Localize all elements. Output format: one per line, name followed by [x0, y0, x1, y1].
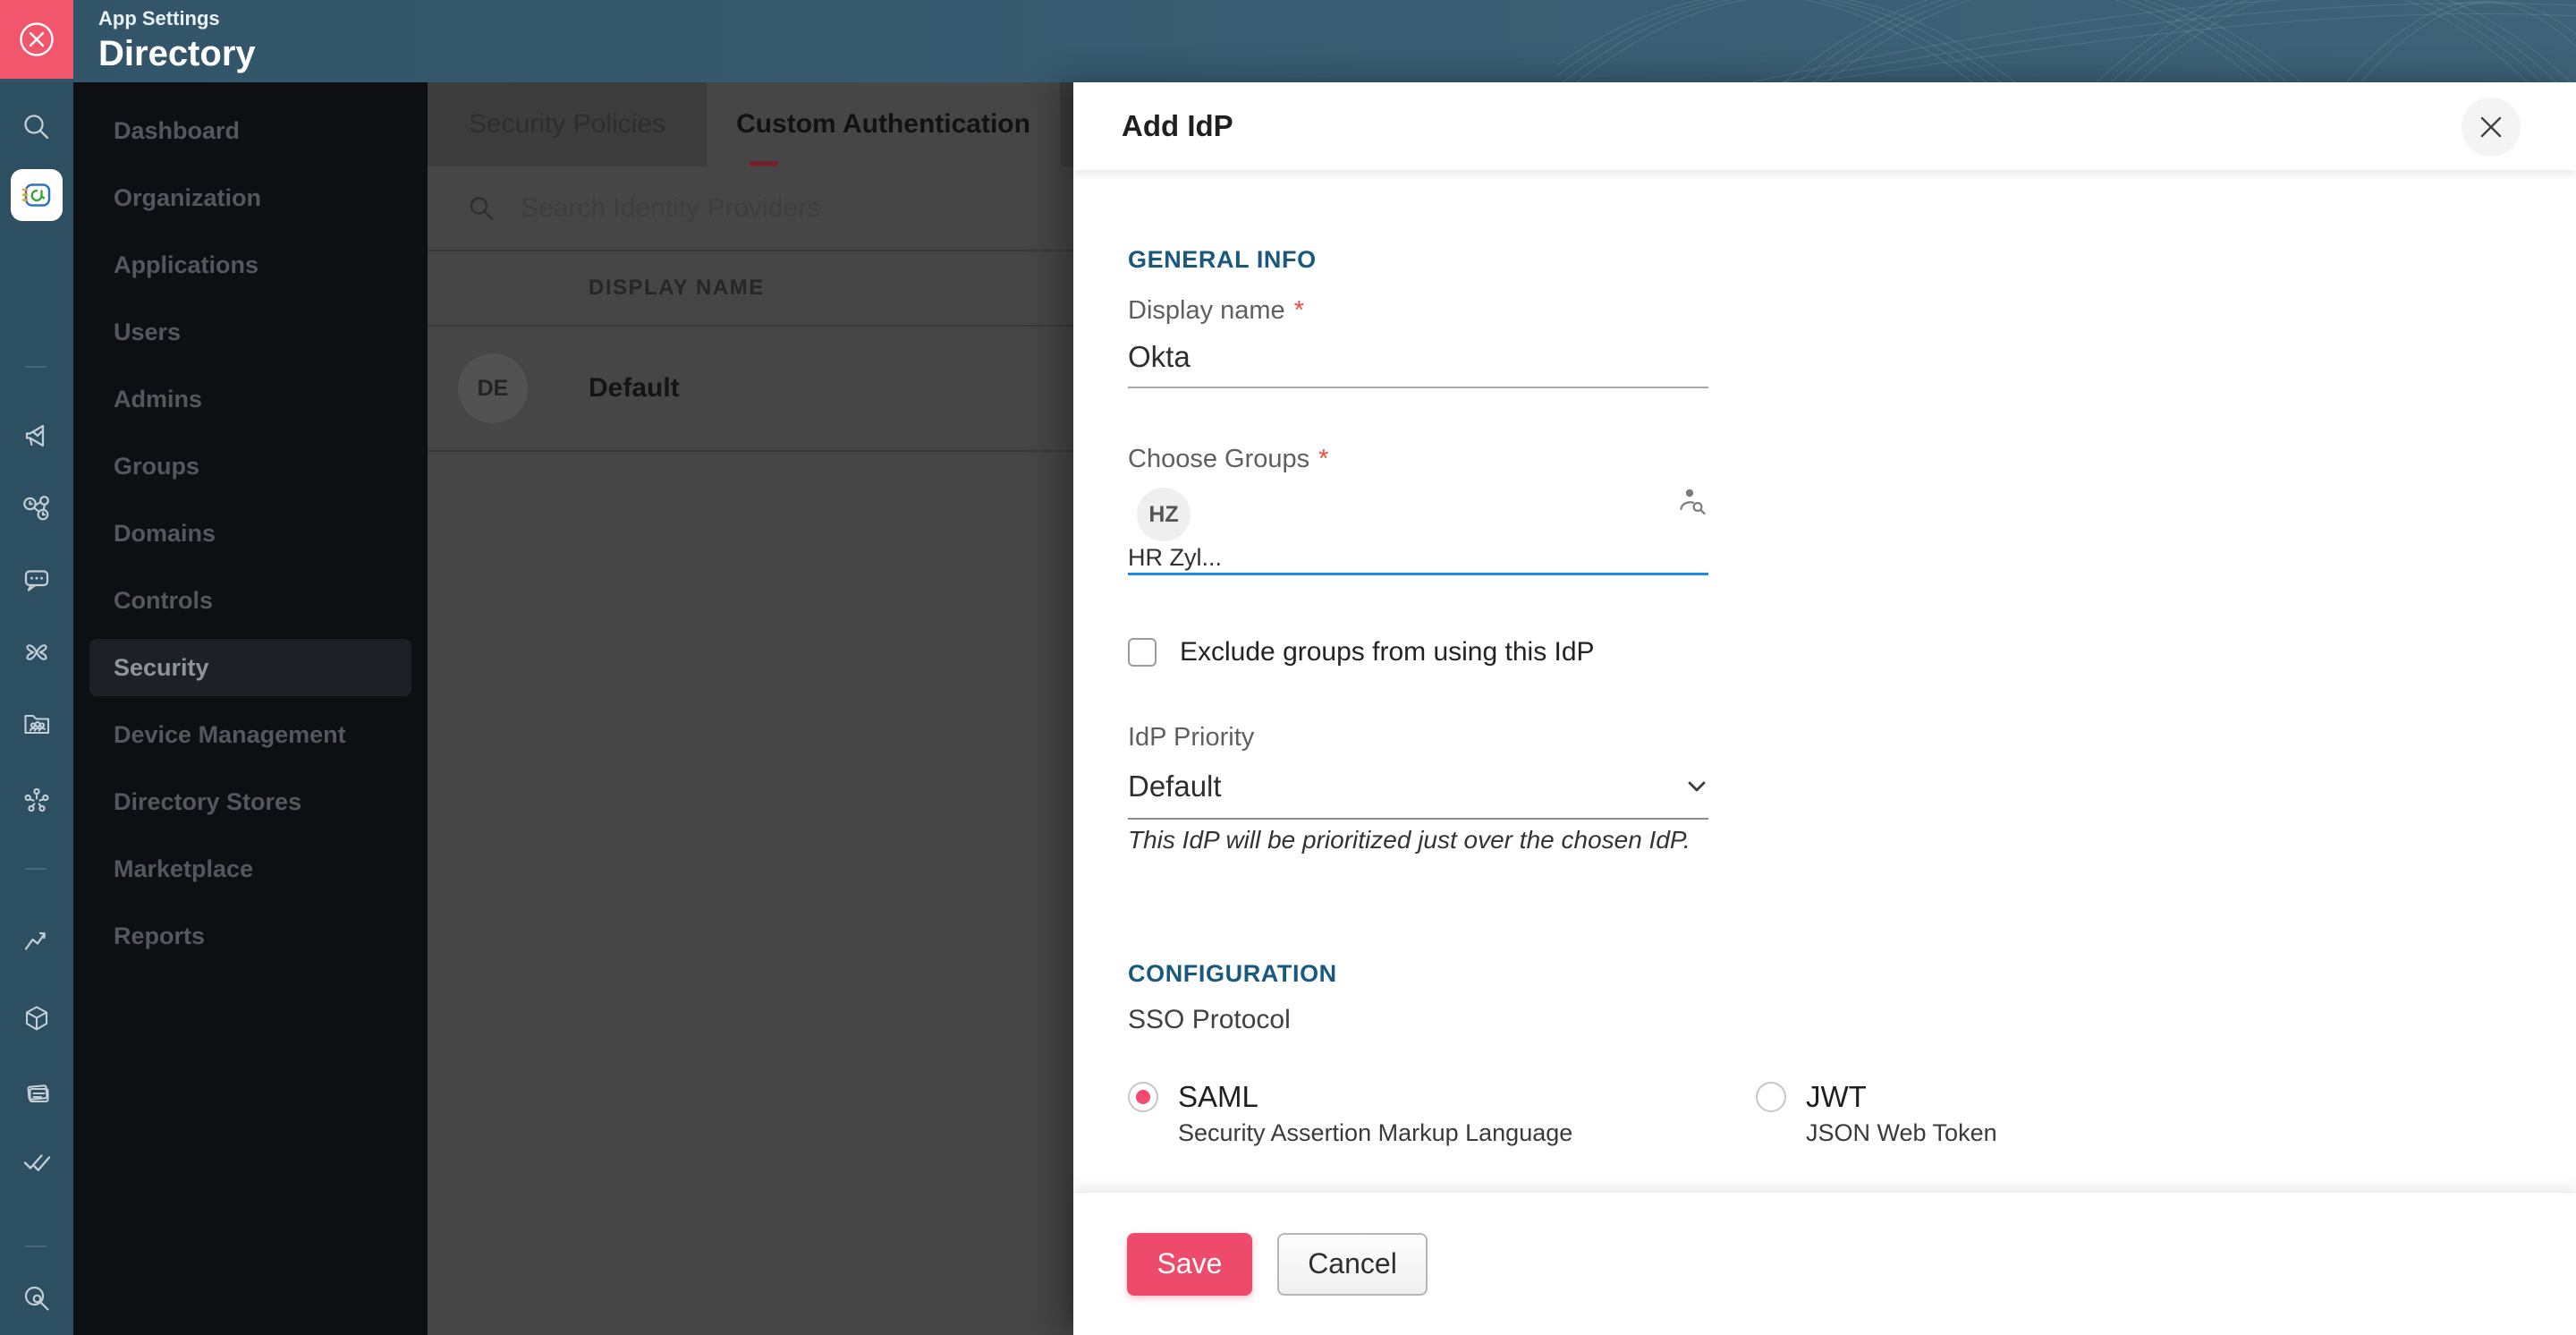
sidebar-item-domains[interactable]: Domains [73, 500, 428, 567]
folder-users-icon[interactable] [19, 705, 55, 741]
sso-protocol-options: SAML Security Assertion Markup Language … [1128, 1079, 1997, 1147]
group-chip[interactable]: HZ [1137, 488, 1191, 541]
team-network-icon[interactable] [19, 783, 55, 819]
chat-icon[interactable] [19, 562, 55, 598]
choose-groups-focus-underline[interactable] [1128, 573, 1708, 575]
required-asterisk: * [1318, 445, 1329, 473]
idp-priority-value: Default [1128, 770, 1222, 803]
required-asterisk: * [1293, 296, 1304, 325]
radio-option-saml[interactable]: SAML Security Assertion Markup Language [1128, 1079, 1756, 1147]
chevron-down-icon [1688, 781, 1706, 792]
rail-divider [25, 1246, 47, 1247]
close-icon [2480, 116, 2502, 138]
app-window: App Settings Directory Dashboard Organiz… [0, 0, 2576, 1335]
sidebar-item-admins[interactable]: Admins [73, 366, 428, 433]
sidebar-item-controls[interactable]: Controls [73, 567, 428, 634]
sidebar-item-directory-stores[interactable]: Directory Stores [73, 769, 428, 836]
radio-selected-dot [1136, 1090, 1150, 1104]
saml-label: SAML [1178, 1080, 1258, 1113]
sidebar-item-dashboard[interactable]: Dashboard [73, 98, 428, 165]
security-content: Security Policies Custom Authentication … [428, 82, 1073, 1335]
choose-groups-label: Choose Groups [1128, 445, 1310, 473]
panel-title: Add IdP [1122, 109, 1233, 142]
tab-bar: Security Policies Custom Authentication [428, 82, 1073, 166]
sidebar-item-groups[interactable]: Groups [73, 433, 428, 500]
add-idp-panel: Add IdP GENERAL INFO Display name * Choos… [1073, 82, 2576, 1335]
idp-priority-label: IdP Priority [1128, 723, 1255, 752]
browse-groups-button[interactable] [1674, 485, 1710, 521]
clover-apps-icon[interactable] [19, 634, 55, 670]
radio-option-jwt[interactable]: JWT JSON Web Token [1756, 1079, 1997, 1147]
top-header: App Settings Directory [0, 0, 2576, 82]
sidebar-item-device-management[interactable]: Device Management [73, 702, 428, 769]
exclude-groups-checkbox[interactable] [1128, 638, 1157, 667]
cancel-button[interactable]: Cancel [1277, 1232, 1428, 1296]
app-icon-rail [0, 82, 73, 1335]
panel-body: GENERAL INFO Display name * Choose Groups… [1073, 170, 2576, 1192]
display-name-label: Display name [1128, 296, 1285, 325]
global-search-icon[interactable] [19, 109, 55, 145]
double-check-icon[interactable] [19, 1143, 55, 1178]
megaphone-icon[interactable] [19, 418, 55, 454]
zoho-one-logo[interactable] [0, 0, 73, 79]
sso-protocol-label: SSO Protocol [1128, 1005, 1291, 1034]
rail-divider [25, 868, 47, 870]
wave-pattern-decoration [1556, 0, 2576, 82]
tab-label: Custom Authentication [736, 109, 1030, 139]
breadcrumb: App Settings [98, 7, 220, 30]
analytics-icon[interactable] [19, 922, 55, 957]
search-icon [470, 196, 494, 220]
directory-app-icon[interactable] [11, 169, 63, 221]
sidebar-item-reports[interactable]: Reports [73, 903, 428, 970]
tab-custom-authentication[interactable]: Custom Authentication [707, 82, 1060, 166]
user-search-icon [1680, 489, 1706, 515]
section-general-info: GENERAL INFO [1128, 246, 1317, 273]
group-chip-caption: HR Zyl... [1128, 544, 1222, 571]
radio-saml[interactable] [1128, 1082, 1158, 1112]
sidebar-item-marketplace[interactable]: Marketplace [73, 836, 428, 903]
sidebar-item-organization[interactable]: Organization [73, 165, 428, 232]
documents-icon[interactable] [19, 1076, 55, 1111]
display-name-label-row: Display name * [1128, 296, 1304, 326]
jwt-description: JSON Web Token [1806, 1119, 1997, 1146]
zoom-search-icon[interactable] [19, 1280, 55, 1316]
display-name-input[interactable] [1128, 340, 1708, 388]
close-button[interactable] [2462, 98, 2521, 157]
idp-avatar: DE [458, 353, 528, 423]
cube-icon[interactable] [19, 1000, 55, 1036]
saml-description: Security Assertion Markup Language [1178, 1119, 1573, 1146]
sidebar-item-applications[interactable]: Applications [73, 232, 428, 299]
column-display-name: DISPLAY NAME [589, 276, 765, 300]
idp-priority-select[interactable]: Default [1128, 770, 1708, 820]
idp-priority-helper: This IdP will be prioritized just over t… [1128, 826, 1690, 854]
save-button[interactable]: Save [1127, 1232, 1252, 1296]
panel-header: Add IdP [1073, 82, 2576, 170]
rail-divider [25, 366, 47, 368]
table-row[interactable]: DE Default [428, 327, 1073, 452]
connections-icon[interactable] [19, 490, 55, 526]
exclude-groups-label: Exclude groups from using this IdP [1180, 637, 1595, 667]
tab-security-policies[interactable]: Security Policies [428, 82, 707, 166]
settings-sidebar: Dashboard Organization Applications User… [73, 82, 428, 1335]
page-title: Directory [98, 34, 256, 73]
choose-groups-label-row: Choose Groups * [1128, 445, 1328, 474]
jwt-label: JWT [1806, 1080, 1867, 1113]
idp-name: Default [589, 373, 680, 403]
radio-jwt[interactable] [1756, 1082, 1786, 1112]
table-header: DISPLAY NAME [428, 251, 1073, 327]
idp-search-bar [428, 166, 1073, 251]
exclude-groups-checkbox-row[interactable]: Exclude groups from using this IdP [1128, 637, 1595, 668]
search-input[interactable] [519, 191, 1020, 225]
panel-footer: Save Cancel [1073, 1192, 2576, 1335]
header-titles: App Settings Directory [98, 7, 256, 75]
sidebar-item-security[interactable]: Security [89, 639, 411, 696]
circle-x-logo-icon [20, 22, 54, 56]
section-configuration: CONFIGURATION [1128, 960, 1337, 987]
sidebar-item-users[interactable]: Users [73, 299, 428, 366]
